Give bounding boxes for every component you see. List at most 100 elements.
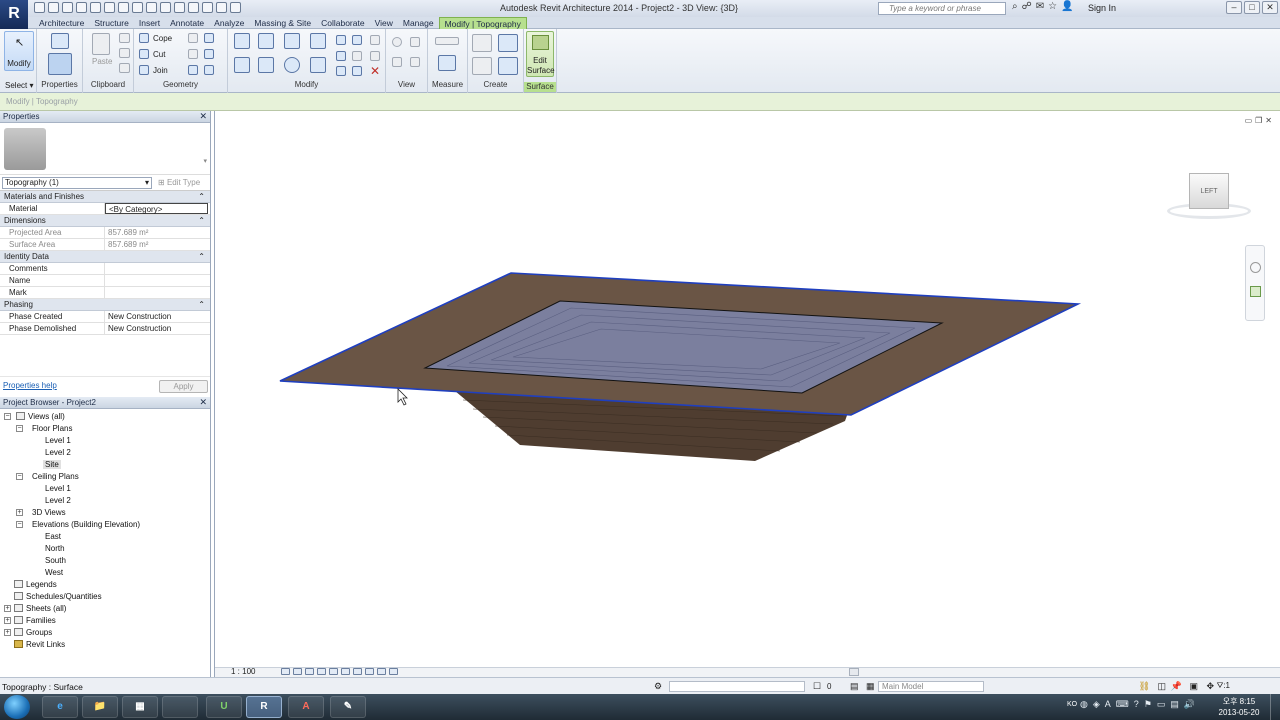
application-menu-button[interactable]: R xyxy=(0,0,28,29)
join-icon[interactable] xyxy=(139,65,149,75)
type-preview-dropdown-icon[interactable]: ▾ xyxy=(203,157,207,165)
comments-field[interactable] xyxy=(105,263,210,274)
detail-level-icon[interactable] xyxy=(281,668,290,675)
section-icon[interactable] xyxy=(188,2,199,13)
apply-button[interactable]: Apply xyxy=(159,380,208,393)
split-gap-icon[interactable] xyxy=(352,35,362,45)
linework-icon[interactable] xyxy=(392,57,402,67)
align-icon[interactable] xyxy=(234,33,250,49)
tree-item-ceiling-level-2[interactable]: Level 2 xyxy=(45,495,71,507)
filter-icon[interactable]: ⛛:1 xyxy=(1217,681,1230,691)
tree-item-views[interactable]: − Views (all) xyxy=(4,411,65,423)
tray-display-icon[interactable]: ▭ xyxy=(1157,699,1166,710)
editable-only-icon[interactable]: ☐ xyxy=(813,681,821,692)
taskbar-app-4[interactable] xyxy=(162,696,198,718)
search-input[interactable]: Type a keyword or phrase xyxy=(878,2,1006,15)
pin-icon[interactable] xyxy=(370,35,380,45)
tree-item-level-2[interactable]: Level 2 xyxy=(45,447,71,459)
trim-multiple-icon[interactable] xyxy=(336,66,346,76)
split-face-icon[interactable] xyxy=(188,33,198,43)
taskbar-acrobat[interactable]: A xyxy=(288,696,324,718)
type-properties-icon[interactable] xyxy=(51,33,69,49)
collapse-icon[interactable]: ⌃ xyxy=(198,251,205,262)
section-dimensions[interactable]: Dimensions ⌃ xyxy=(0,215,210,227)
open-icon[interactable] xyxy=(34,2,45,13)
expand-icon[interactable]: + xyxy=(4,617,11,624)
communication-icon[interactable]: ✉ xyxy=(1036,1,1044,12)
select-pinned-icon[interactable]: 📌 xyxy=(1171,681,1182,692)
tree-item-ceiling-plans[interactable]: − Ceiling Plans xyxy=(16,471,79,483)
extend-icon[interactable] xyxy=(352,66,362,76)
move-icon[interactable] xyxy=(234,57,250,73)
tray-flag-icon[interactable]: ⚑ xyxy=(1144,699,1152,710)
vertical-scrollbar[interactable] xyxy=(1270,111,1280,667)
close-icon[interactable]: ✕ xyxy=(199,111,207,122)
reveal-hidden-icon[interactable] xyxy=(389,668,398,675)
tray-help-icon[interactable]: ? xyxy=(1134,699,1139,710)
section-materials[interactable]: Materials and Finishes ⌃ xyxy=(0,191,210,203)
tree-item-groups[interactable]: + Groups xyxy=(4,627,52,639)
properties-help-link[interactable]: Properties help xyxy=(3,381,57,390)
switch-windows-icon[interactable] xyxy=(230,2,241,13)
tab-collaborate[interactable]: Collaborate xyxy=(316,17,369,29)
cope-icon[interactable] xyxy=(139,33,149,43)
tab-massing-site[interactable]: Massing & Site xyxy=(249,17,316,29)
copy-element-icon[interactable] xyxy=(258,57,274,73)
undo-icon[interactable] xyxy=(76,2,87,13)
section-phasing[interactable]: Phasing ⌃ xyxy=(0,299,210,311)
tab-manage[interactable]: Manage xyxy=(398,17,439,29)
tray-globe-icon[interactable]: ◍ xyxy=(1080,699,1088,710)
create-parts-icon[interactable] xyxy=(498,57,518,75)
section-identity[interactable]: Identity Data ⌃ xyxy=(0,251,210,263)
tree-item-ceiling-level-1[interactable]: Level 1 xyxy=(45,483,71,495)
tray-shield-icon[interactable]: ◈ xyxy=(1093,699,1100,710)
mark-field[interactable] xyxy=(105,287,210,298)
modify-button[interactable]: ↖ Modify xyxy=(4,31,34,71)
binoculars-icon[interactable]: ⌕ xyxy=(1012,1,1018,12)
favorites-icon[interactable]: ☆ xyxy=(1048,1,1057,12)
print-icon[interactable] xyxy=(104,2,115,13)
collapse-icon[interactable]: − xyxy=(16,473,23,480)
tab-analyze[interactable]: Analyze xyxy=(209,17,249,29)
collapse-icon[interactable]: ⌃ xyxy=(198,215,205,226)
collapse-icon[interactable]: − xyxy=(16,425,23,432)
tag-icon[interactable] xyxy=(146,2,157,13)
close-hidden-windows-icon[interactable] xyxy=(216,2,227,13)
tray-ime-icon[interactable]: A xyxy=(1105,699,1111,710)
user-icon[interactable]: 👤 xyxy=(1061,1,1073,12)
lock-view-icon[interactable] xyxy=(365,668,374,675)
taskbar-app-8[interactable]: ✎ xyxy=(330,696,366,718)
tree-item-level-1[interactable]: Level 1 xyxy=(45,435,71,447)
tab-insert[interactable]: Insert xyxy=(134,17,165,29)
temporary-hide-icon[interactable] xyxy=(377,668,386,675)
horizontal-scrollbar-thumb[interactable] xyxy=(849,668,859,676)
create-assembly-icon[interactable] xyxy=(472,57,492,75)
tree-item-families[interactable]: + Families xyxy=(4,615,56,627)
tree-item-floor-plans[interactable]: − Floor Plans xyxy=(16,423,72,435)
measure-icon[interactable] xyxy=(118,2,129,13)
collapse-icon[interactable]: − xyxy=(16,521,23,528)
tree-item-site[interactable]: Site xyxy=(43,459,61,471)
mirror-pick-axis-icon[interactable] xyxy=(284,33,300,49)
close-button[interactable]: ✕ xyxy=(1262,1,1278,14)
tab-annotate[interactable]: Annotate xyxy=(165,17,209,29)
visual-style-icon[interactable] xyxy=(293,668,302,675)
viewcube-face[interactable]: LEFT xyxy=(1189,173,1229,209)
tree-item-schedules[interactable]: Schedules/Quantities xyxy=(14,591,102,603)
design-options-icon[interactable]: ▤ xyxy=(850,681,859,692)
tree-item-north[interactable]: North xyxy=(45,543,65,555)
collapse-icon[interactable]: ⌃ xyxy=(198,299,205,310)
crop-view-icon[interactable] xyxy=(341,668,350,675)
drag-elements-icon[interactable]: ✥ xyxy=(1206,681,1214,692)
join-label[interactable]: Join xyxy=(153,66,168,75)
viewcube[interactable]: LEFT xyxy=(1167,171,1251,227)
render-icon[interactable] xyxy=(329,668,338,675)
topography-model[interactable] xyxy=(215,111,1280,677)
paint-icon[interactable] xyxy=(188,49,198,59)
array-icon[interactable] xyxy=(336,51,346,61)
default-3d-view-icon[interactable] xyxy=(174,2,185,13)
tree-item-3d-views[interactable]: + 3D Views xyxy=(16,507,66,519)
demolish-icon[interactable] xyxy=(204,49,214,59)
edit-surface-button[interactable]: Edit Surface xyxy=(526,31,555,77)
unpin-icon[interactable] xyxy=(370,51,380,61)
